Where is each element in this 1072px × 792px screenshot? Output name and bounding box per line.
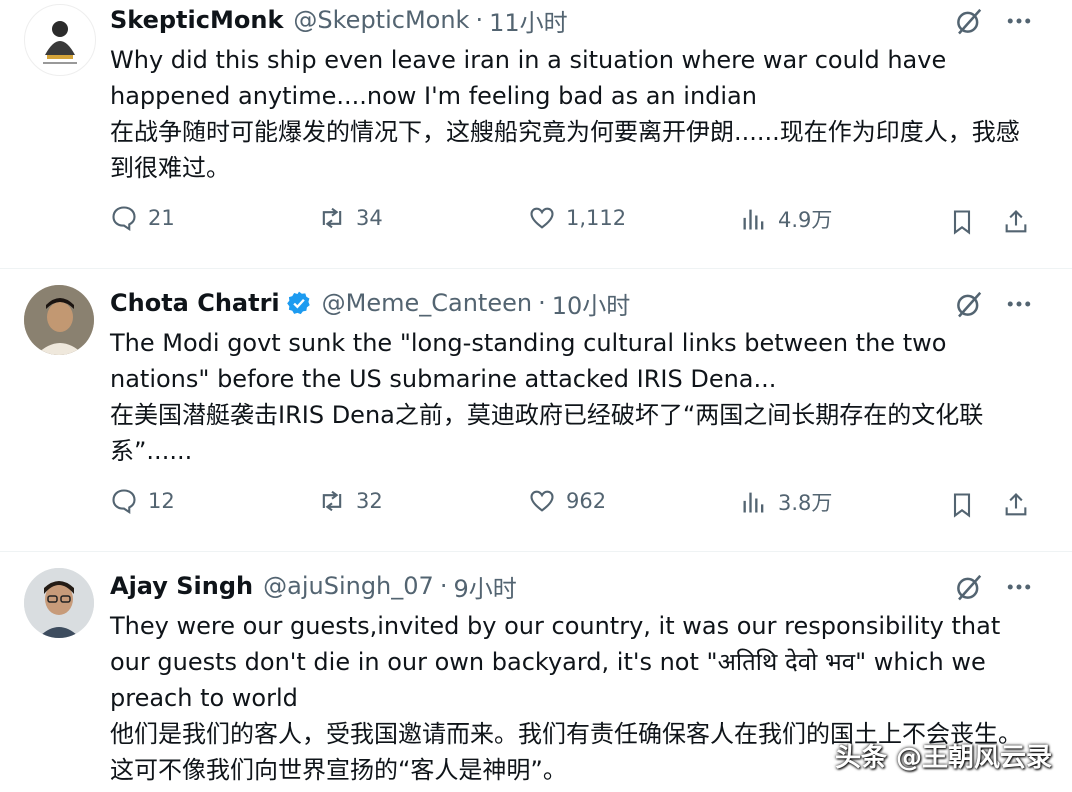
author-name[interactable]: SkepticMonk (110, 6, 283, 34)
author-name[interactable]: Ajay Singh (110, 572, 253, 600)
share-icon[interactable] (1002, 208, 1030, 236)
repost-button[interactable]: 34 (318, 204, 383, 232)
avatar[interactable] (24, 285, 94, 355)
more-options-icon[interactable] (1004, 289, 1034, 319)
reply-count: 12 (148, 489, 175, 513)
reply-icon (112, 206, 136, 232)
heart-icon (530, 207, 554, 229)
tweet-header: Chota Chatri @Meme_Canteen · 10小时 (110, 285, 630, 321)
timestamp[interactable]: 10小时 (552, 286, 631, 321)
views-button[interactable]: 3.8万 (740, 487, 832, 517)
like-count: 1,112 (566, 206, 627, 230)
tweet-text-english: Why did this ship even leave iran in a s… (110, 46, 947, 110)
author-name[interactable]: Chota Chatri (110, 289, 280, 317)
watermark: 头条 @王朝风云录 (834, 743, 1052, 773)
grok-icon[interactable] (954, 289, 984, 319)
tweet-text: The Modi govt sunk the "long-standing cu… (110, 325, 1040, 469)
reply-count: 21 (148, 206, 175, 230)
views-chart-icon (743, 209, 764, 230)
heart-icon (530, 490, 554, 512)
reply-button[interactable]: 21 (110, 204, 175, 232)
repost-icon (322, 207, 342, 229)
tweet-text-english: They were our guests,invited by our coun… (110, 612, 1001, 712)
divider (0, 268, 1072, 269)
tweet-text-chinese: 在美国潜艇袭击IRIS Dena之前，莫迪政府已经破坏了“两国之间长期存在的文化… (110, 401, 984, 465)
view-count: 3.8万 (778, 491, 833, 515)
repost-count: 32 (356, 489, 383, 513)
views-button[interactable]: 4.9万 (740, 204, 832, 234)
view-count: 4.9万 (778, 208, 833, 232)
separator-dot: · (475, 6, 484, 34)
tweet-text-chinese: 在战争随时可能爆发的情况下，这艘船究竟为何要离开伊朗......现在作为印度人，… (110, 118, 1020, 182)
timestamp[interactable]: 9小时 (453, 569, 516, 604)
avatar[interactable] (24, 4, 96, 76)
user-photo-icon (24, 285, 94, 355)
tweet-header: Ajay Singh @ajuSingh_07 · 9小时 (110, 568, 517, 604)
author-handle[interactable]: @ajuSingh_07 (263, 572, 434, 600)
more-options-icon[interactable] (1004, 6, 1034, 36)
timestamp[interactable]: 11小时 (489, 3, 568, 38)
like-button[interactable]: 962 (528, 487, 606, 515)
repost-icon (322, 490, 342, 512)
verified-badge-icon[interactable] (286, 290, 312, 316)
reply-button[interactable]: 12 (110, 487, 175, 515)
repost-count: 34 (356, 206, 383, 230)
bookmark-icon[interactable] (948, 208, 976, 236)
tweet-text-english: The Modi govt sunk the "long-standing cu… (110, 329, 947, 393)
grok-icon[interactable] (954, 572, 984, 602)
reply-icon (112, 489, 136, 515)
repost-button[interactable]: 32 (318, 487, 383, 515)
tweet-actions: 21 34 1,112 4.9万 (110, 204, 1040, 244)
tweet-text: Why did this ship even leave iran in a s… (110, 42, 1040, 186)
more-options-icon[interactable] (1004, 572, 1034, 602)
tweet-actions: 12 32 962 3.8万 (110, 487, 1040, 527)
views-chart-icon (743, 492, 764, 513)
separator-dot: · (538, 289, 546, 317)
like-count: 962 (566, 489, 607, 513)
author-handle[interactable]: @Meme_Canteen (322, 289, 532, 317)
divider (0, 551, 1072, 552)
grok-icon[interactable] (954, 6, 984, 36)
share-icon[interactable] (1002, 491, 1030, 519)
avatar[interactable] (24, 568, 94, 638)
separator-dot: · (439, 572, 448, 600)
bookmark-icon[interactable] (948, 491, 976, 519)
user-photo-icon (24, 568, 94, 638)
skepticmonk-logo-icon (43, 21, 77, 64)
author-handle[interactable]: @SkepticMonk (293, 6, 469, 34)
like-button[interactable]: 1,112 (528, 204, 626, 232)
tweet-header: SkepticMonk @SkepticMonk · 11小时 (110, 2, 568, 38)
